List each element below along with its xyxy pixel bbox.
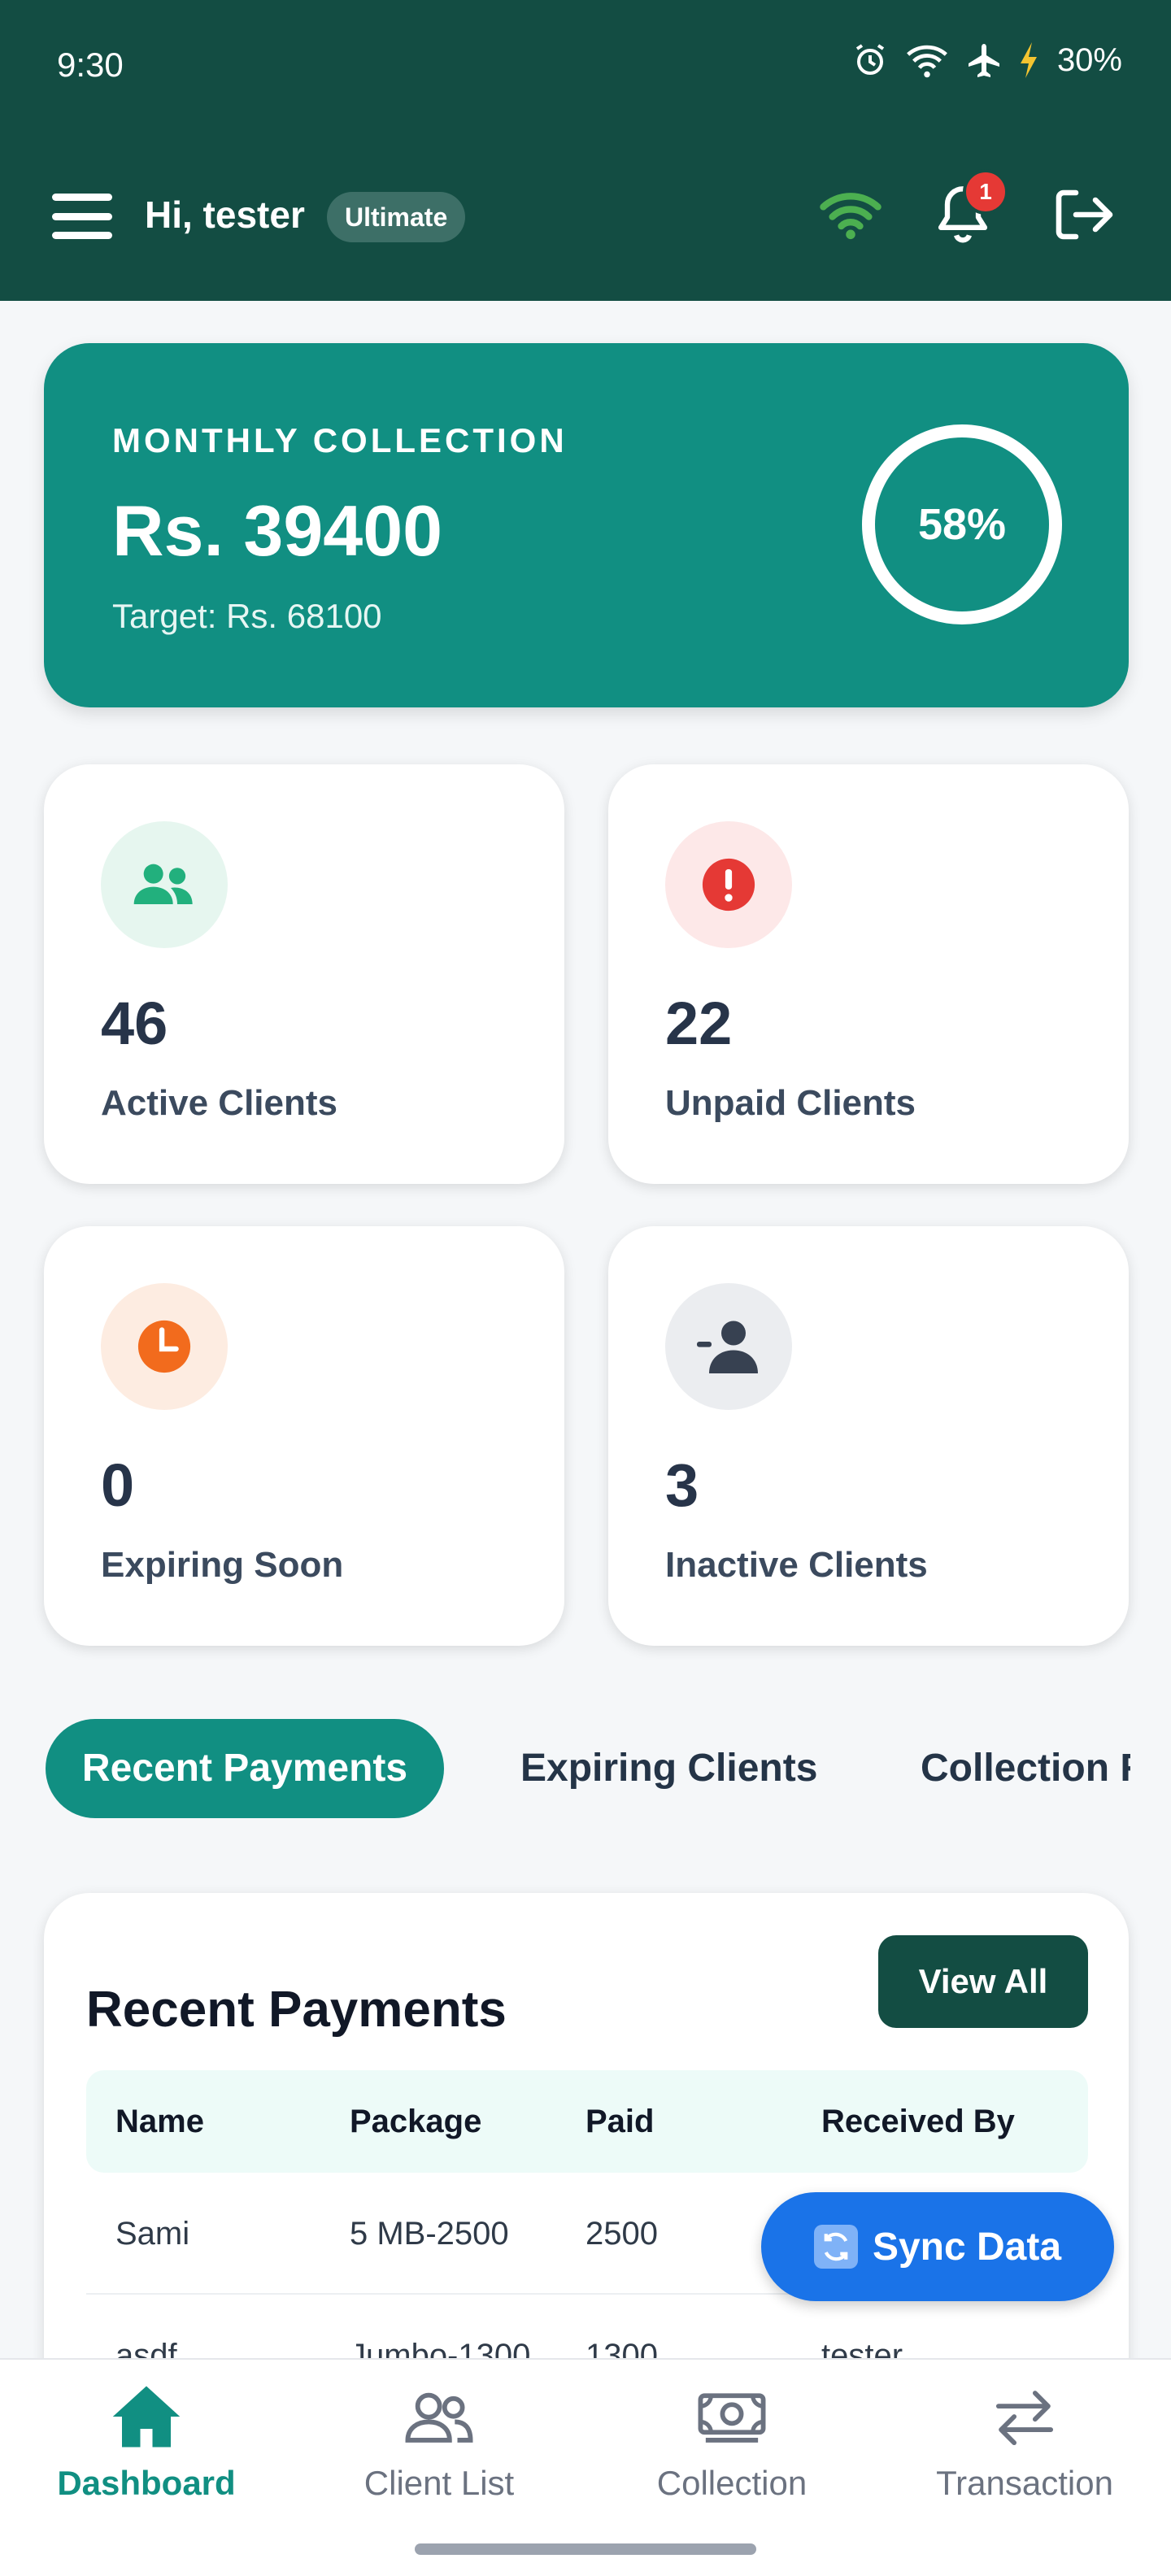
collection-progress-ring: 58% [862, 424, 1062, 624]
inactive-clients-value: 3 [665, 1451, 699, 1519]
status-icons: 30% [851, 41, 1122, 80]
tab-expiring-clients[interactable]: Expiring Clients [520, 1719, 817, 1818]
connection-icon [820, 193, 882, 240]
monthly-collection-title: MONTHLY COLLECTION [112, 421, 568, 459]
clock-icon [101, 1283, 228, 1410]
wifi-status-icon [907, 45, 947, 78]
nav-transaction[interactable]: Transaction [878, 2382, 1171, 2529]
cell-paid: 2500 [586, 2216, 658, 2252]
alert-icon [665, 821, 792, 948]
charging-icon [1020, 42, 1037, 78]
tab-collection-report[interactable]: Collection R [921, 1719, 1130, 1818]
view-all-button[interactable]: View All [878, 1935, 1088, 2028]
status-time: 9:30 [57, 46, 124, 84]
stat-card-unpaid-clients[interactable]: 22 Unpaid Clients [608, 764, 1129, 1184]
nav-transaction-label: Transaction [936, 2464, 1113, 2502]
sync-data-label: Sync Data [872, 2225, 1062, 2269]
notification-count-badge: 1 [963, 169, 1008, 215]
user-minus-icon [665, 1283, 792, 1410]
monthly-collection-target: Target: Rs. 68100 [112, 597, 382, 635]
collection-percent: 58% [917, 500, 1007, 549]
monthly-collection-amount: Rs. 39400 [112, 490, 443, 571]
column-header-received-by: Received By [821, 2104, 1015, 2139]
nav-dashboard-label: Dashboard [57, 2464, 236, 2502]
nav-collection[interactable]: Collection [586, 2382, 878, 2529]
nav-client-list[interactable]: Client List [293, 2382, 586, 2529]
nav-client-list-label: Client List [363, 2464, 515, 2502]
column-header-name: Name [115, 2104, 204, 2139]
transfer-icon [995, 2391, 1054, 2446]
alarm-icon [855, 44, 885, 75]
stat-card-active-clients[interactable]: 46 Active Clients [44, 764, 564, 1184]
column-header-paid: Paid [586, 2104, 655, 2139]
cell-name: Sami [115, 2216, 190, 2252]
home-indicator[interactable] [415, 2543, 756, 2555]
column-header-package: Package [350, 2104, 482, 2139]
home-icon [112, 2386, 181, 2448]
sync-icon [813, 2225, 858, 2269]
nav-dashboard[interactable]: Dashboard [0, 2382, 293, 2529]
sync-data-button[interactable]: Sync Data [761, 2192, 1114, 2301]
monthly-collection-card: MONTHLY COLLECTION Rs. 39400 Target: Rs.… [44, 343, 1129, 707]
cell-package: 5 MB-2500 [350, 2216, 509, 2252]
app-header: 9:30 30% Hi, tester Ultimate 1 [0, 0, 1171, 301]
inactive-clients-label: Inactive Clients [665, 1545, 928, 1585]
expiring-soon-value: 0 [101, 1451, 135, 1519]
unpaid-clients-value: 22 [665, 990, 733, 1057]
nav-collection-label: Collection [656, 2464, 808, 2502]
battery-level: 30% [1056, 41, 1122, 78]
plan-badge: Ultimate [327, 192, 466, 242]
active-clients-value: 46 [101, 990, 168, 1057]
payments-table-header: Name Package Paid Received By [86, 2070, 1088, 2173]
unpaid-clients-label: Unpaid Clients [665, 1083, 916, 1123]
expiring-soon-label: Expiring Soon [101, 1545, 344, 1585]
stat-card-inactive-clients[interactable]: 3 Inactive Clients [608, 1226, 1129, 1646]
menu-icon[interactable] [52, 194, 112, 239]
recent-payments-title: Recent Payments [86, 1982, 507, 2038]
active-clients-label: Active Clients [101, 1083, 337, 1123]
users-icon [101, 821, 228, 948]
logout-icon[interactable] [1051, 185, 1116, 244]
stat-card-expiring-soon[interactable]: 0 Expiring Soon [44, 1226, 564, 1646]
client-list-icon [405, 2392, 473, 2443]
tab-recent-payments[interactable]: Recent Payments [46, 1719, 444, 1818]
airplane-icon [968, 44, 999, 77]
greeting: Hi, tester [145, 194, 305, 236]
money-icon [698, 2393, 766, 2443]
